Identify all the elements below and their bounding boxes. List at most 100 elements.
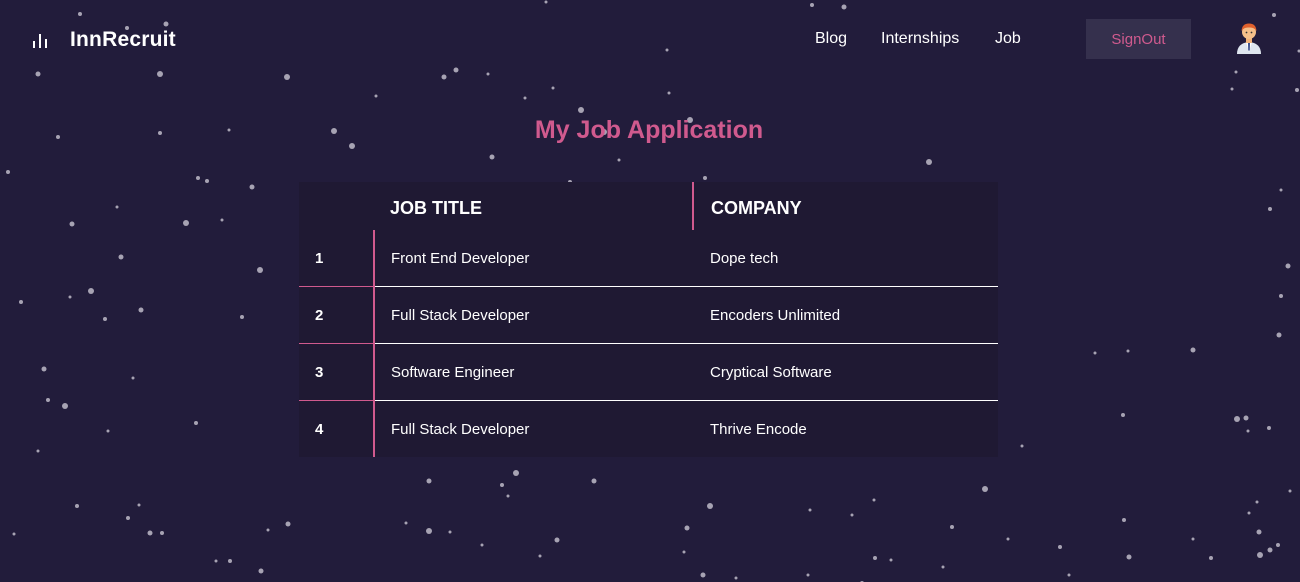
row-job-title: Full Stack Developer xyxy=(391,421,530,438)
star-dot xyxy=(1288,489,1292,493)
star-dot xyxy=(591,478,597,484)
star-dot xyxy=(46,398,50,402)
star-dot xyxy=(426,528,432,534)
star-dot xyxy=(1285,263,1291,269)
star-dot xyxy=(68,295,72,299)
star-dot xyxy=(700,572,706,578)
star-dot xyxy=(249,184,255,190)
star-dot xyxy=(1190,347,1196,353)
star-dot xyxy=(240,315,244,319)
nav-link-blog[interactable]: Blog xyxy=(815,30,847,48)
star-dot xyxy=(1126,554,1132,560)
star-dot xyxy=(1279,294,1283,298)
star-dot xyxy=(138,307,144,313)
star-dot xyxy=(578,107,584,113)
star-dot xyxy=(1020,444,1024,448)
star-dot xyxy=(682,550,686,554)
star-dot xyxy=(131,376,135,380)
star-dot xyxy=(806,573,810,577)
star-dot xyxy=(69,221,75,227)
header-divider xyxy=(692,182,694,230)
star-dot xyxy=(489,154,495,160)
star-dot xyxy=(19,300,23,304)
star-dot xyxy=(506,494,510,498)
star-dot xyxy=(147,530,153,536)
star-dot xyxy=(448,530,452,534)
star-dot xyxy=(205,179,209,183)
star-dot xyxy=(12,532,16,536)
star-dot xyxy=(538,554,542,558)
star-dot xyxy=(1268,207,1272,211)
star-dot xyxy=(194,421,198,425)
star-dot xyxy=(1295,88,1299,92)
signout-button[interactable]: SignOut xyxy=(1086,19,1191,59)
star-dot xyxy=(1126,349,1130,353)
page-title: My Job Application xyxy=(534,116,764,144)
star-dot xyxy=(1279,188,1283,192)
star-dot xyxy=(1121,413,1125,417)
star-dot xyxy=(62,403,68,409)
star-dot xyxy=(523,96,527,100)
star-dot xyxy=(285,521,291,527)
brand-name: InnRecruit xyxy=(70,28,176,51)
star-dot xyxy=(926,159,932,165)
nav-link-job[interactable]: Job xyxy=(995,30,1021,48)
star-dot xyxy=(1255,500,1259,504)
star-dot xyxy=(258,568,264,574)
star-dot xyxy=(982,486,988,492)
row-number: 2 xyxy=(315,307,324,324)
job-applications-table: JOB TITLE COMPANY 1 Front End Developer … xyxy=(299,182,998,457)
row-company: Encoders Unlimited xyxy=(710,307,841,324)
star-dot xyxy=(703,176,707,180)
row-job-title: Front End Developer xyxy=(391,250,530,267)
star-dot xyxy=(106,429,110,433)
row-number: 1 xyxy=(315,250,324,267)
navbar: InnRecruit Blog Internships Job SignOut xyxy=(0,0,1300,80)
star-dot xyxy=(103,317,107,321)
star-dot xyxy=(1243,415,1249,421)
star-dot xyxy=(1234,416,1240,422)
star-dot xyxy=(41,366,47,372)
star-dot xyxy=(1257,552,1263,558)
nav-link-internships[interactable]: Internships xyxy=(881,30,959,48)
star-dot xyxy=(873,556,877,560)
star-dot xyxy=(684,525,690,531)
user-avatar-icon[interactable] xyxy=(1235,22,1263,54)
star-dot xyxy=(220,218,224,222)
row-job-title: Full Stack Developer xyxy=(391,307,530,324)
star-dot xyxy=(500,483,504,487)
star-dot xyxy=(1191,537,1195,541)
row-company: Cryptical Software xyxy=(710,364,832,381)
star-dot xyxy=(1276,332,1282,338)
star-dot xyxy=(1067,573,1071,577)
star-dot xyxy=(872,498,876,502)
star-dot xyxy=(6,170,10,174)
star-dot xyxy=(1267,547,1273,553)
star-dot xyxy=(196,176,200,180)
star-dot xyxy=(257,267,263,273)
star-dot xyxy=(214,559,218,563)
star-dot xyxy=(734,576,738,580)
star-dot xyxy=(75,504,79,508)
star-dot xyxy=(1209,556,1213,560)
star-dot xyxy=(667,91,671,95)
star-dot xyxy=(183,220,189,226)
star-dot xyxy=(88,288,94,294)
row-company: Thrive Encode xyxy=(710,421,807,438)
star-dot xyxy=(118,254,124,260)
star-dot xyxy=(889,558,893,562)
star-dot xyxy=(228,559,232,563)
header-job-title: JOB TITLE xyxy=(390,198,483,218)
star-dot xyxy=(1058,545,1062,549)
star-dot xyxy=(1122,518,1126,522)
star-dot xyxy=(1276,543,1280,547)
star-dot xyxy=(266,528,270,532)
star-dot xyxy=(160,531,164,535)
star-dot xyxy=(115,205,119,209)
brand-logo[interactable]: InnRecruit xyxy=(32,28,176,52)
star-dot xyxy=(36,449,40,453)
star-dot xyxy=(1247,511,1251,515)
star-dot xyxy=(808,508,812,512)
star-dot xyxy=(480,543,484,547)
star-dot xyxy=(126,516,130,520)
